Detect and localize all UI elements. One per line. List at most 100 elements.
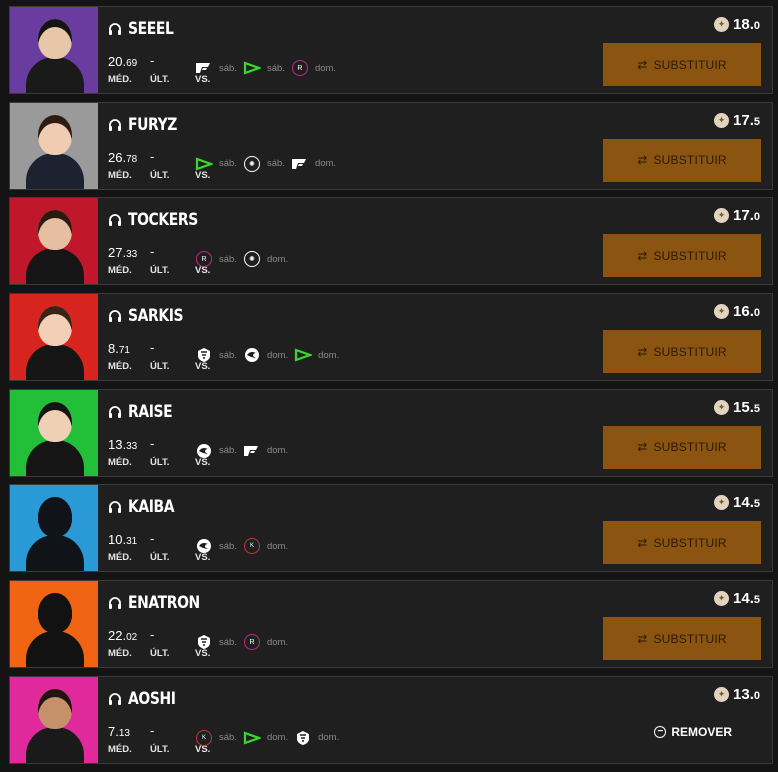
swap-icon: ⇄ — [637, 440, 648, 455]
player-avatar — [10, 389, 98, 476]
last-score: - — [150, 53, 155, 68]
price-int: 15. — [733, 398, 754, 416]
headset-icon — [109, 692, 121, 705]
upcoming-matches: sáb. R dom. — [195, 634, 288, 651]
price-dec: 0 — [753, 689, 760, 702]
player-price: ✦ 18.0 — [714, 16, 760, 33]
upcoming-matches: sáb. dom. — [195, 443, 289, 458]
price-dec: 5 — [753, 498, 760, 511]
average-int: 27. — [108, 245, 127, 261]
last-label: ÚLT. — [150, 74, 170, 85]
swap-icon: ⇄ — [637, 153, 648, 168]
substitute-label: SUBSTITUIR — [653, 631, 727, 646]
player-name: ENATRON — [128, 593, 200, 614]
player-name-row: FURYZ — [108, 115, 188, 135]
player-avatar — [10, 485, 98, 572]
headset-icon — [109, 597, 121, 610]
price-int: 13. — [733, 685, 754, 703]
last-label: ÚLT. — [150, 648, 170, 660]
player-photo — [26, 401, 84, 476]
coin-icon: ✦ — [714, 208, 730, 224]
player-name-row: KAIBA — [108, 497, 184, 517]
headset-icon — [109, 214, 121, 227]
player-info: TOCKERS 27.33 - MÉD. ÚLT. VS. R sáb. ✺ d… — [98, 198, 772, 284]
match-day: dom. — [266, 253, 289, 265]
price-int: 17. — [733, 207, 754, 225]
average-dec: 71 — [118, 345, 130, 357]
average-int: 22. — [108, 628, 127, 644]
player-avatar — [10, 7, 98, 93]
vs-label: VS. — [195, 74, 211, 85]
team-logo-icon — [195, 443, 213, 458]
last-label: ÚLT. — [150, 361, 170, 373]
coin-icon: ✦ — [714, 686, 730, 702]
player-card: FURYZ 26.78 - MÉD. ÚLT. VS. sáb. ✺ sáb. … — [9, 101, 773, 190]
substitute-button[interactable]: ⇄ SUBSTITUIR — [603, 617, 761, 661]
match-day: dom. — [314, 158, 337, 170]
team-logo-icon: R — [195, 251, 213, 268]
coin-icon: ✦ — [714, 591, 730, 607]
match-day: dom. — [266, 349, 289, 361]
upcoming-matches: sáb. K dom. — [195, 538, 288, 555]
upcoming-matches: sáb. sáb. R dom. — [195, 60, 336, 76]
price-dec: 0 — [753, 307, 760, 320]
last-score: - — [150, 340, 155, 356]
match-day: sáb. — [219, 732, 237, 744]
swap-icon: ⇄ — [637, 631, 648, 646]
headset-icon — [109, 23, 121, 35]
player-info: AOSHI 7.13 - MÉD. ÚLT. VS. K sáb. dom. d… — [98, 677, 772, 763]
average-int: 8. — [108, 341, 119, 357]
average-dec: 33 — [126, 249, 138, 261]
average-int: 26. — [108, 149, 127, 165]
last-score: - — [150, 722, 155, 738]
team-logo-icon: K — [243, 538, 261, 555]
player-name-row: AOSHI — [108, 689, 186, 709]
swap-icon: ⇄ — [637, 535, 648, 550]
average-label: MÉD. — [108, 648, 132, 660]
match-day: sáb. — [219, 540, 237, 552]
team-logo-icon — [195, 539, 213, 554]
substitute-button[interactable]: ⇄ SUBSTITUIR — [603, 521, 761, 565]
player-name-row: ENATRON — [108, 593, 216, 613]
player-avatar — [10, 581, 98, 668]
minus-circle-icon: − — [654, 725, 667, 738]
player-name: TOCKERS — [128, 210, 198, 231]
headset-icon — [109, 405, 121, 418]
upcoming-matches: sáb. dom. dom. — [195, 348, 339, 363]
upcoming-matches: K sáb. dom. dom. — [195, 729, 339, 746]
substitute-button[interactable]: ⇄ SUBSTITUIR — [603, 138, 761, 182]
price-dec: 0 — [753, 20, 760, 32]
team-logo-icon — [294, 348, 313, 362]
substitute-label: SUBSTITUIR — [653, 344, 727, 359]
match-day: dom. — [266, 445, 289, 457]
team-logo-icon: ✺ — [243, 251, 261, 268]
player-avatar — [10, 294, 98, 381]
remove-button[interactable]: − REMOVER — [654, 725, 732, 739]
player-info: SARKIS 8.71 - MÉD. ÚLT. VS. sáb. dom. do… — [98, 294, 772, 380]
match-day: sáb. — [219, 253, 237, 265]
match-day: dom. — [266, 732, 289, 744]
substitute-label: SUBSTITUIR — [653, 248, 727, 263]
team-logo-icon: R — [291, 60, 309, 76]
average-label: MÉD. — [108, 361, 132, 373]
average-label: MÉD. — [108, 743, 132, 755]
substitute-label: SUBSTITUIR — [653, 440, 727, 455]
price-dec: 0 — [753, 211, 760, 224]
last-score: - — [150, 627, 155, 643]
last-label: ÚLT. — [150, 169, 170, 181]
substitute-button[interactable]: ⇄ SUBSTITUIR — [603, 425, 761, 469]
team-logo-icon — [243, 444, 261, 458]
player-info: SEEEL 20.69 - MÉD. ÚLT. VS. sáb. sáb. R … — [98, 7, 772, 93]
substitute-button[interactable]: ⇄ SUBSTITUIR — [603, 234, 761, 278]
average-score: 26.78 — [108, 149, 137, 167]
player-info: RAISE 13.33 - MÉD. ÚLT. VS. sáb. dom. ✦ … — [98, 390, 772, 476]
team-logo-icon — [243, 348, 261, 363]
player-price: ✦ 17.0 — [714, 207, 760, 224]
match-day: sáb. — [266, 62, 285, 74]
team-logo-icon — [291, 157, 309, 171]
average-dec: 69 — [126, 58, 138, 69]
coin-icon: ✦ — [714, 17, 730, 32]
match-day: sáb. — [219, 158, 237, 170]
substitute-button[interactable]: ⇄ SUBSTITUIR — [603, 43, 761, 86]
substitute-button[interactable]: ⇄ SUBSTITUIR — [603, 330, 761, 374]
